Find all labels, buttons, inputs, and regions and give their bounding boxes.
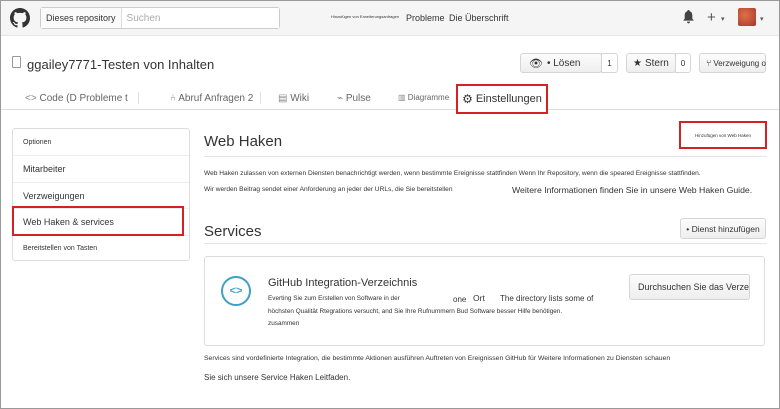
fork-icon: ⑂ <box>706 58 712 68</box>
watch-button[interactable]: 👁 • Lösen <box>520 53 602 73</box>
search-input[interactable] <box>121 8 279 28</box>
sidebar-item-deploy-keys[interactable]: Bereitstellen von Tasten <box>13 236 189 261</box>
repo-tabs: <> Code (D Probleme t ⑃ Abruf Anfragen 2… <box>0 86 780 110</box>
service-hooks-guide-link[interactable]: Sie sich unsere Service Haken Leitfaden. <box>204 373 350 382</box>
github-logo-icon[interactable] <box>10 8 30 28</box>
nav-link-issues[interactable]: Die Überschrift <box>449 13 509 23</box>
nav-link-extension-requests[interactable]: Hinzufügen von Erweiterungsanfragen <box>331 14 399 19</box>
watch-count[interactable]: 1 <box>601 53 618 73</box>
star-label: Stern <box>644 57 669 69</box>
tab-pulse[interactable]: ⌁ Pulse <box>337 93 371 104</box>
services-title: Services <box>204 223 262 240</box>
add-webhook-button[interactable]: Hinzufügen von Web Haken <box>679 121 767 149</box>
divider <box>204 243 767 244</box>
pulse-icon: ⌁ <box>337 93 344 104</box>
tab-divider <box>260 92 261 104</box>
tab-settings-label: Einstellungen <box>475 93 542 105</box>
code-icon: <> <box>221 276 251 306</box>
card-text-one: one <box>453 295 467 304</box>
tab-wiki[interactable]: ▤ Wiki <box>278 93 309 104</box>
tab-code[interactable]: <> Code (D Probleme t <box>25 93 128 104</box>
tab-wiki-label: Wiki <box>290 93 310 104</box>
chevron-down-icon[interactable]: ▾ <box>760 15 764 23</box>
card-text-line3: zusammen <box>268 320 300 327</box>
tab-graphs[interactable]: ▥ Diagramme <box>398 93 449 102</box>
nav-link-pull-requests[interactable]: Probleme <box>406 13 445 23</box>
card-text-line1: Everting Sie zum Erstellen von Software … <box>268 295 400 302</box>
book-icon: ▤ <box>278 93 288 104</box>
fork-button[interactable]: ⑂ Verzweigung o <box>699 53 766 73</box>
star-count[interactable]: 0 <box>675 53 691 73</box>
webhooks-title: Web Haken <box>204 133 283 150</box>
browse-directory-button[interactable]: Durchsuchen Sie das Verzeichnis <box>629 274 750 300</box>
top-navigation-bar: Dieses repository Hinzufügen von Erweite… <box>0 0 780 36</box>
eye-icon: 👁 <box>529 57 543 70</box>
star-button[interactable]: ★ Stern <box>626 53 676 73</box>
add-service-button[interactable]: • Dienst hinzufügen <box>680 218 766 239</box>
graph-icon: ▥ <box>398 93 406 102</box>
gear-icon: ⚙ <box>462 92 473 106</box>
pull-request-icon: ⑃ <box>170 93 176 104</box>
sidebar-item-options[interactable]: Optionen <box>13 129 189 156</box>
avatar[interactable] <box>738 8 756 26</box>
search-box: Dieses repository <box>40 7 280 29</box>
tab-divider <box>138 92 139 104</box>
webhooks-guide-link[interactable]: Weitere Informationen finden Sie in unse… <box>512 185 752 195</box>
chevron-down-icon[interactable]: ▾ <box>721 15 725 23</box>
integrations-directory-title: GitHub Integration-Verzeichnis <box>268 277 418 289</box>
settings-sidebar: Optionen Mitarbeiter Verzweigungen Web H… <box>12 128 190 261</box>
webhooks-description-line2: Wir werden Beitrag sendet einer Anforder… <box>204 186 453 193</box>
tab-code-label: Code (D Probleme t <box>39 93 128 104</box>
bell-icon[interactable] <box>683 10 694 24</box>
webhooks-description-line1: Web Haken zulassen von externen Diensten… <box>204 170 701 177</box>
card-text-line2: höchsten Qualität Rtegrations versucht, … <box>268 308 563 315</box>
tab-settings[interactable]: ⚙ Einstellungen <box>456 84 548 114</box>
card-text-line1b: The directory lists some of <box>500 294 594 303</box>
fork-label: Verzweigung o <box>713 58 766 68</box>
integrations-directory-card: <> GitHub Integration-Verzeichnis Everti… <box>204 256 765 346</box>
active-item-highlight <box>12 206 184 236</box>
divider <box>204 156 767 157</box>
watch-label: • Lösen <box>546 57 581 69</box>
tab-pull-requests[interactable]: ⑃ Abruf Anfragen 2 <box>170 93 253 104</box>
repo-icon <box>12 56 21 68</box>
card-text-place: Ort <box>473 293 485 303</box>
services-footer-line1: Services sind vordefinierte Integration,… <box>204 355 671 362</box>
code-icon: <> <box>25 93 37 104</box>
tab-pull-requests-label: Abruf Anfragen 2 <box>178 93 254 104</box>
repo-title[interactable]: ggailey7771-Testen von Inhalten <box>27 57 214 72</box>
tab-pulse-label: Pulse <box>345 93 371 104</box>
tab-graphs-label: Diagramme <box>407 93 450 102</box>
search-scope-label: Dieses repository <box>41 8 122 28</box>
sidebar-item-collaborators[interactable]: Mitarbeiter <box>13 156 189 183</box>
create-new-button[interactable]: + <box>707 9 716 26</box>
star-icon: ★ <box>633 57 642 69</box>
